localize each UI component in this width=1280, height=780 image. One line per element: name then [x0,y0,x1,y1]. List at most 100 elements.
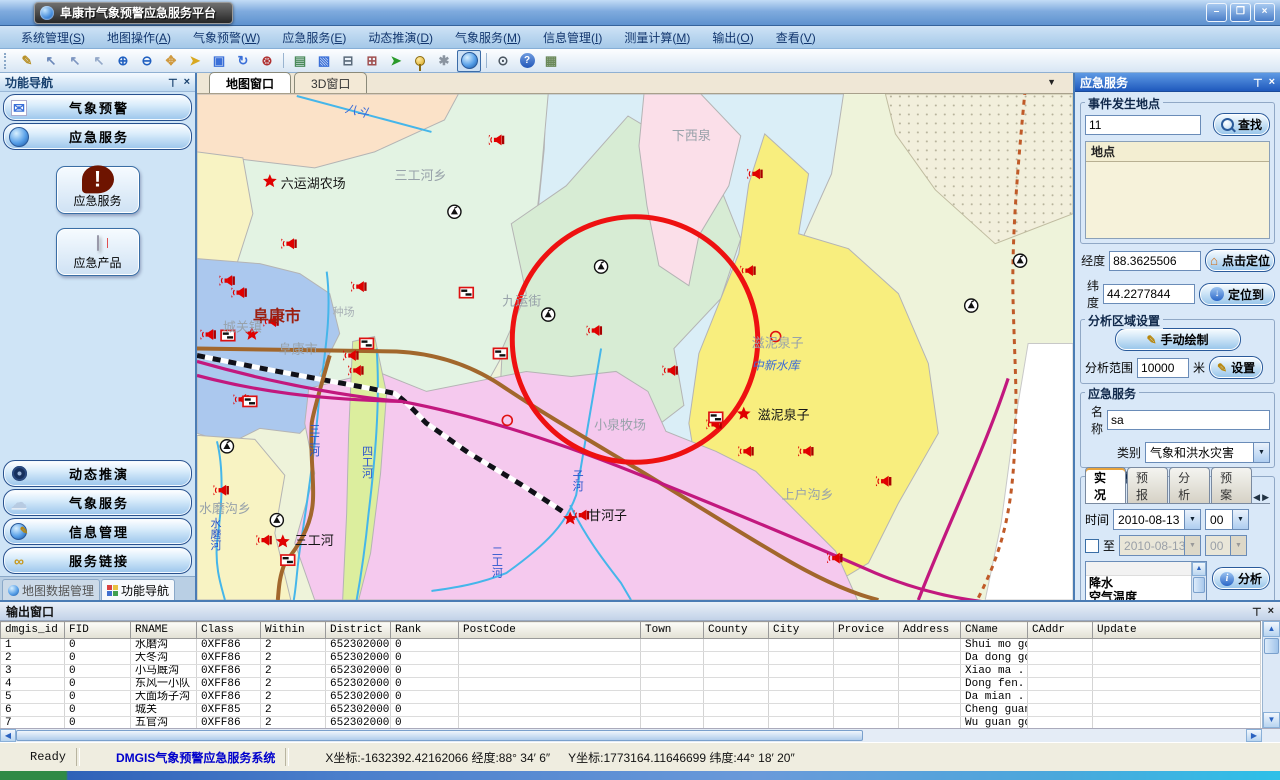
hour2-select[interactable]: 00 ▼ [1205,535,1247,556]
sidebar-item-2[interactable]: ✎信息管理 [3,518,192,545]
column-header[interactable]: FID [65,622,131,639]
list-item[interactable]: 空气温度 [1086,590,1206,600]
camera-marker[interactable] [595,260,608,273]
maximize-button[interactable]: ❐ [1230,3,1251,22]
column-header[interactable]: CAddr [1028,622,1093,639]
analyze-button[interactable]: i 分析 [1212,567,1270,590]
column-header[interactable]: Class [197,622,261,639]
select-rect-icon[interactable]: ↖ [64,51,86,71]
tab-map-data-manage[interactable]: 地图数据管理 [2,579,100,600]
analysis-tab-3[interactable]: 预案 [1211,467,1252,503]
camera-marker[interactable] [448,205,461,218]
zoom-in-icon[interactable]: ⊕ [112,51,134,71]
element-listbox[interactable]: 降水空气温度 ▲ ▼ [1085,561,1207,600]
tab-function-nav[interactable]: 功能导航 [101,579,175,600]
export-map-icon[interactable]: ▧ [313,51,335,71]
print-icon[interactable]: ⊟ [337,51,359,71]
service-name-input[interactable] [1107,410,1270,430]
column-header[interactable]: City [769,622,834,639]
menu-item-7[interactable]: 测量计算(M) [613,27,701,48]
export-image-icon[interactable]: ▦ [540,51,562,71]
pushpin-icon[interactable] [409,51,431,71]
refresh-icon[interactable]: ↻ [232,51,254,71]
scroll-thumb[interactable] [1264,638,1279,654]
scroll-down-icon[interactable]: ▼ [1263,712,1280,728]
column-header[interactable]: County [704,622,769,639]
toolbar-grip[interactable] [4,53,10,69]
service-type-select[interactable]: 气象和洪水灾害 ▼ [1145,442,1270,463]
menu-item-9[interactable]: 查看(V) [765,27,827,48]
flag-marker[interactable] [493,348,507,358]
tab-3d-view[interactable]: 3D窗口 [294,72,367,93]
table-row[interactable]: 60城关0XFF8526523020000Cheng guan [1,704,1261,717]
table-row[interactable]: 30小马厩沟0XFF8626523020000Xiao ma ... [1,665,1261,678]
listbox-scrollbar[interactable]: ▲ ▼ [1191,562,1206,600]
tab-scroll-left-icon[interactable]: ◀ [1253,492,1260,503]
location-list[interactable]: 地点 [1085,141,1270,239]
goto-location-button[interactable]: ↓ 定位到 [1199,283,1275,306]
table-row[interactable]: 50大面场子沟0XFF8626523020000Da mian ... [1,691,1261,704]
close-button[interactable]: × [1254,3,1275,22]
tab-dropdown-icon[interactable]: ▼ [1044,77,1059,87]
menu-item-1[interactable]: 地图操作(A) [96,27,182,48]
menu-item-8[interactable]: 输出(O) [701,27,764,48]
analysis-tab-1[interactable]: 预报 [1127,467,1168,503]
map-canvas[interactable]: 八斗六运湖农场三工河乡下西泉九运街阜康市城关镇阜康市种场滋泥泉子中新水库滋泥泉子… [197,94,1073,600]
to-time-checkbox[interactable] [1085,539,1099,553]
table-row[interactable]: 70五官沟0XFF8626523020000Wu guan gou [1,717,1261,729]
table-hscrollbar[interactable]: ◀ ▶ [0,728,1280,742]
measure-icon[interactable]: ✎ [16,51,38,71]
manual-draw-button[interactable]: ✎ 手动绘制 [1115,328,1241,351]
sidebar-item-3[interactable]: ∞服务链接 [3,547,192,574]
column-header[interactable]: CName [961,622,1028,639]
column-header[interactable]: Within [261,622,326,639]
globe-icon[interactable] [457,50,481,72]
date2-select[interactable]: 2010-08-13 ▼ [1119,535,1201,556]
scroll-up-icon[interactable]: ▲ [1192,562,1206,576]
set-range-button[interactable]: ✎ 设置 [1209,356,1263,379]
camera-marker[interactable] [220,440,233,453]
menu-item-2[interactable]: 气象预警(W) [182,27,271,48]
click-locate-button[interactable]: ⌂ 点击定位 [1205,249,1275,272]
column-header[interactable]: dmgis_id [1,622,65,639]
column-header[interactable]: Update [1093,622,1261,639]
camera-marker[interactable] [270,514,283,527]
tab-map-view[interactable]: 地图窗口 [209,72,291,93]
tab-scroll-right-icon[interactable]: ▶ [1262,492,1269,503]
sidebar-item-top-0[interactable]: ✉气象预警 [3,94,192,121]
flag-marker[interactable] [281,555,295,565]
select-point-icon[interactable]: ↖ [88,51,110,71]
range-input[interactable] [1137,358,1189,378]
pan-icon[interactable]: ✥ [160,51,182,71]
menu-item-4[interactable]: 动态推演(D) [357,27,444,48]
map-layers-icon[interactable]: ▤ [289,51,311,71]
column-header[interactable]: Address [899,622,961,639]
camera-marker[interactable] [1014,254,1027,267]
identify-icon[interactable]: ⊛ [256,51,278,71]
eye-icon[interactable]: ⊙ [492,51,514,71]
pin-icon[interactable]: ⊥ [1252,605,1262,618]
flag-marker[interactable] [460,287,474,297]
emergency-service-big-button[interactable]: 应急服务 [56,166,140,214]
analysis-tab-0[interactable]: 实况 [1085,467,1126,503]
sidebar-item-top-1[interactable]: 应急服务 [3,123,192,150]
column-header[interactable]: PostCode [459,622,641,639]
flag-marker[interactable] [360,338,374,348]
emergency-product-big-button[interactable]: 应急产品 [56,228,140,276]
settings-icon[interactable]: ✱ [433,51,455,71]
scroll-up-icon[interactable]: ▲ [1263,621,1280,637]
longitude-field[interactable] [1109,251,1201,271]
select-polygon-icon[interactable]: ↖ [40,51,62,71]
scroll-left-icon[interactable]: ◀ [0,729,16,742]
column-header[interactable]: Town [641,622,704,639]
menu-item-3[interactable]: 应急服务(E) [271,27,357,48]
search-button[interactable]: 查找 [1213,113,1270,136]
minimize-button[interactable]: – [1206,3,1227,22]
pointer-icon[interactable]: ➤ [184,51,206,71]
sidebar-item-1[interactable]: ☁气象服务 [3,489,192,516]
pin-icon[interactable]: ⊥ [168,76,178,89]
camera-marker[interactable] [965,299,978,312]
column-header[interactable]: RNAME [131,622,197,639]
table-row[interactable]: 40东风一小队0XFF8626523020000Dong fen... [1,678,1261,691]
scroll-thumb[interactable] [16,730,863,741]
